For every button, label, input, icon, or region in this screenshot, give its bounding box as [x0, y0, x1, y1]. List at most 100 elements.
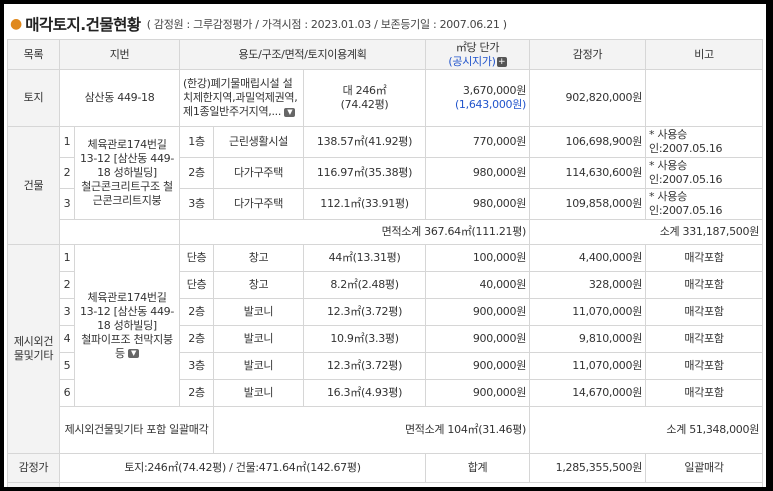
- property-status-panel: ● 매각토지.건물현황 ( 감정원 : 그루감정평가 / 가격시점 : 2023…: [4, 4, 766, 487]
- col-header-unit-price: ㎡당 단가 (공시지가) +: [425, 39, 531, 70]
- extra-label: 제시외건물및기타: [7, 244, 60, 454]
- building-floor: 2층: [179, 157, 215, 189]
- building-appraisal: 114,630,600원: [529, 157, 647, 189]
- land-plan: (한강)폐기물매립시설 설치제한지역,과밀억제권역,제1종일반주거지역,... …: [179, 69, 305, 127]
- extra-appraisal: 11,070,000원: [529, 298, 647, 326]
- extra-usage: 발코니: [213, 298, 305, 326]
- more-icon[interactable]: ▼: [284, 107, 296, 117]
- extra-note: 매각포함: [645, 298, 764, 326]
- extra-area: 12.3㎡(3.72평): [303, 298, 427, 326]
- extra-area-subtotal: 면적소계 104㎡(31.46평): [213, 406, 531, 454]
- building-unit-price: 770,000원: [425, 126, 531, 158]
- total-label: 감정가: [7, 453, 60, 483]
- extra-note: 매각포함: [645, 271, 764, 299]
- extra-usage: 발코니: [213, 379, 305, 407]
- land-area: 대 246㎡ (74.42평): [303, 69, 427, 127]
- extra-usage: 창고: [213, 271, 305, 299]
- building-address: 체육관로174번길 13-12 [삼산동 449-18 성하빌딩] 철근콘크리트…: [73, 126, 181, 220]
- extra-floor: 2층: [179, 379, 215, 407]
- land-unit-price: 3,670,000원 (1,643,000원): [425, 69, 531, 127]
- land-note: [645, 69, 764, 127]
- land-row: 토지 삼산동 449-18 (한강)폐기물매립시설 설치제한지역,과밀억제권역,…: [7, 69, 764, 127]
- col-header-appraisal: 감정가: [529, 39, 647, 70]
- total-row: 감정가 토지:246㎡(74.42평) / 건물:471.64㎡(142.67평…: [7, 453, 764, 483]
- official-price-link[interactable]: (공시지가): [448, 55, 496, 68]
- extra-appraisal: 11,070,000원: [529, 352, 647, 380]
- page-subtitle: ( 감정원 : 그루감정평가 / 가격시점 : 2023.01.03 / 보존등…: [146, 18, 507, 31]
- land-unit-price-value: 3,670,000원: [462, 84, 527, 97]
- extra-floor: 3층: [179, 352, 215, 380]
- extra-note: 매각포함: [645, 379, 764, 407]
- building-row: 건물 1 체육관로174번길 13-12 [삼산동 449-18 성하빌딩] 철…: [7, 126, 764, 245]
- extra-usage: 창고: [213, 244, 305, 272]
- page-title: 매각토지.건물현황: [25, 16, 141, 34]
- extra-unit-price: 100,000원: [425, 244, 531, 272]
- land-area-value: 대 246㎡: [342, 84, 387, 97]
- extra-unit-price: 900,000원: [425, 298, 531, 326]
- building-subtotal: 소계 331,187,500원: [529, 219, 764, 245]
- building-subtotal-row: 면적소계 367.64㎡(111.21평) 소계 331,187,500원: [8, 219, 764, 245]
- extra-row-no: 3: [59, 298, 75, 326]
- col-header-usage: 용도/구조/면적/토지이용계획: [179, 39, 427, 70]
- extra-unit-price: 900,000원: [425, 379, 531, 407]
- building-unit-price: 980,000원: [425, 157, 531, 189]
- land-official-price: (1,643,000원): [454, 98, 527, 111]
- building-structure: 철근콘크리트구조 철근콘크리트지붕: [81, 180, 173, 207]
- total-sum-label: 합계: [425, 453, 531, 483]
- extra-unit-price: 900,000원: [425, 352, 531, 380]
- land-plan-text: (한강)폐기물매립시설 설치제한지역,과밀억제권역,제1종일반주거지역,...: [183, 77, 298, 118]
- col-header-address: 지번: [58, 39, 181, 70]
- extra-area: 16.3㎡(4.93평): [303, 379, 427, 407]
- building-row-no: 3: [59, 188, 75, 220]
- extra-appraisal: 328,000원: [529, 271, 647, 299]
- extra-subtotal-row: 제시외건물및기타 포함 일괄매각 면적소계 104㎡(31.46평) 소계 51…: [8, 406, 764, 454]
- extra-area: 44㎡(13.31평): [303, 244, 427, 272]
- extra-usage: 발코니: [213, 325, 305, 353]
- filler-row: [7, 482, 764, 487]
- building-row-no: 1: [59, 126, 75, 158]
- extra-appraisal: 9,810,000원: [529, 325, 647, 353]
- extra-floor: 단층: [179, 271, 215, 299]
- building-row-no: 2: [59, 157, 75, 189]
- extra-bulk-note: 제시외건물및기타 포함 일괄매각: [58, 406, 215, 454]
- building-usage: 다가구주택: [213, 188, 305, 220]
- property-table: 목록 지번 용도/구조/면적/토지이용계획 ㎡당 단가 (공시지가) + 감정가 …: [7, 39, 764, 487]
- total-note: 일괄매각: [645, 453, 764, 483]
- extra-usage: 발코니: [213, 352, 305, 380]
- extra-unit-price: 900,000원: [425, 325, 531, 353]
- building-area: 116.97㎡(35.38평): [303, 157, 427, 189]
- extra-row-no: 6: [59, 379, 75, 407]
- building-note: * 사용승인:2007.05.16: [645, 157, 764, 189]
- extra-address: 체육관로174번길 13-12 [삼산동 449-18 성하빌딩] 철파이프조 …: [73, 244, 181, 407]
- table-header-row: 목록 지번 용도/구조/면적/토지이용계획 ㎡당 단가 (공시지가) + 감정가 …: [7, 39, 764, 70]
- extra-area: 10.9㎡(3.3평): [303, 325, 427, 353]
- extra-floor: 단층: [179, 244, 215, 272]
- building-area: 112.1㎡(33.91평): [303, 188, 427, 220]
- total-amount: 1,285,355,500원: [529, 453, 647, 483]
- col-header-category: 목록: [7, 39, 60, 70]
- plus-icon[interactable]: +: [496, 56, 507, 67]
- extra-row-no: 5: [59, 352, 75, 380]
- extra-unit-price: 40,000원: [425, 271, 531, 299]
- extra-note: 매각포함: [645, 352, 764, 380]
- building-usage: 다가구주택: [213, 157, 305, 189]
- building-area: 138.57㎡(41.92평): [303, 126, 427, 158]
- extra-note: 매각포함: [645, 244, 764, 272]
- bullet-icon: ●: [10, 16, 23, 32]
- extra-address-text: 체육관로174번길 13-12 [삼산동 449-18 성하빌딩]: [79, 290, 175, 332]
- building-label: 건물: [7, 126, 60, 245]
- building-area-subtotal: 면적소계 367.64㎡(111.21평): [179, 219, 531, 245]
- extra-floor: 2층: [179, 325, 215, 353]
- extra-appraisal: 4,400,000원: [529, 244, 647, 272]
- extra-area: 8.2㎡(2.48평): [303, 271, 427, 299]
- extra-area: 12.3㎡(3.72평): [303, 352, 427, 380]
- extra-subtotal: 소계 51,348,000원: [529, 406, 764, 454]
- total-summary: 토지:246㎡(74.42평) / 건물:471.64㎡(142.67평): [58, 453, 427, 483]
- building-unit-price: 980,000원: [425, 188, 531, 220]
- extra-structure: 철파이프조 천막지붕 등: [81, 332, 173, 360]
- more-icon[interactable]: ▼: [128, 349, 140, 358]
- land-label: 토지: [7, 69, 60, 127]
- building-address-text: 체육관로174번길 13-12 [삼산동 449-18 성하빌딩]: [79, 138, 175, 179]
- extra-floor: 2층: [179, 298, 215, 326]
- col-header-note: 비고: [645, 39, 764, 70]
